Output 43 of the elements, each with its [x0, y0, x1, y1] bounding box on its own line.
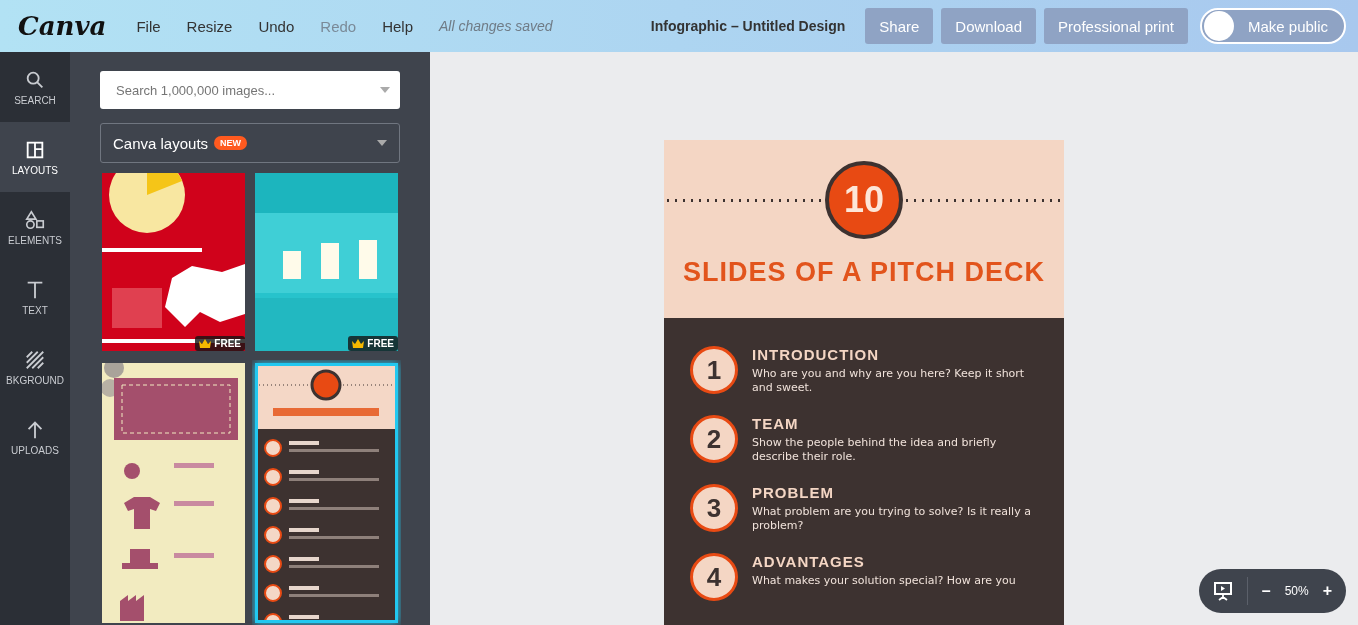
number-badge: 10 [825, 161, 903, 239]
step-heading: TEAM [752, 415, 800, 432]
step-number: 4 [690, 553, 738, 601]
design-title: SLIDES OF A PITCH DECK [683, 257, 1045, 288]
sidebar-item[interactable]: LAYOUTS [0, 122, 70, 192]
caret-icon [380, 87, 390, 93]
menu-item[interactable]: Resize [186, 17, 233, 35]
caret-icon [377, 140, 387, 146]
search-input[interactable]: Search 1,000,000 images... [114, 81, 380, 99]
step-description: What makes your solution special? How are you [752, 574, 1017, 588]
hatch-icon [24, 348, 46, 371]
sidebar-item[interactable]: TEXT [0, 262, 70, 332]
menu-item[interactable]: Help [382, 17, 413, 35]
canva-logo[interactable]: Canva [18, 11, 107, 41]
step-heading: ADVANTAGES [752, 553, 866, 570]
step-description: What problem are you trying to solve? Is it really a problem? [752, 505, 1032, 533]
step-heading: INTRODUCTION [752, 346, 880, 363]
layout-dropdown[interactable]: Canva layouts NEW [100, 123, 400, 163]
free-badge: FREE [195, 336, 245, 351]
crown-icon [352, 339, 365, 348]
search-field[interactable]: Search 1,000,000 images... [100, 71, 400, 109]
zoom-level: 50% [1284, 584, 1309, 598]
sidebar-item[interactable]: BKGROUND [0, 332, 70, 402]
document-title[interactable]: Infographic – Untitled Design [650, 18, 846, 34]
menu-item[interactable]: File [136, 17, 161, 35]
save-status: All changes saved [439, 18, 553, 34]
sidebar-item[interactable]: ELEMENTS [0, 192, 70, 262]
step-heading: PROBLEM [752, 484, 835, 501]
zoom-out-button[interactable]: – [1261, 582, 1271, 600]
crown-icon [199, 339, 212, 348]
sidebar-item[interactable]: SEARCH [0, 52, 70, 122]
step-number: 3 [690, 484, 738, 532]
shapes-icon [24, 208, 46, 231]
sidebar-item[interactable]: UPLOADS [0, 402, 70, 472]
step-number: 2 [690, 415, 738, 463]
new-badge: NEW [214, 136, 248, 150]
present-icon[interactable] [1212, 581, 1233, 601]
step-description: Show the people behind the idea and briefly describe their role. [752, 436, 998, 464]
step-description: Who are you and why are you here? Keep it short and sweet. [752, 367, 1026, 395]
menu-item[interactable]: Undo [258, 17, 295, 35]
zoom-in-button[interactable]: + [1322, 582, 1332, 600]
step-number: 1 [690, 346, 738, 394]
free-badge: FREE [348, 336, 398, 351]
